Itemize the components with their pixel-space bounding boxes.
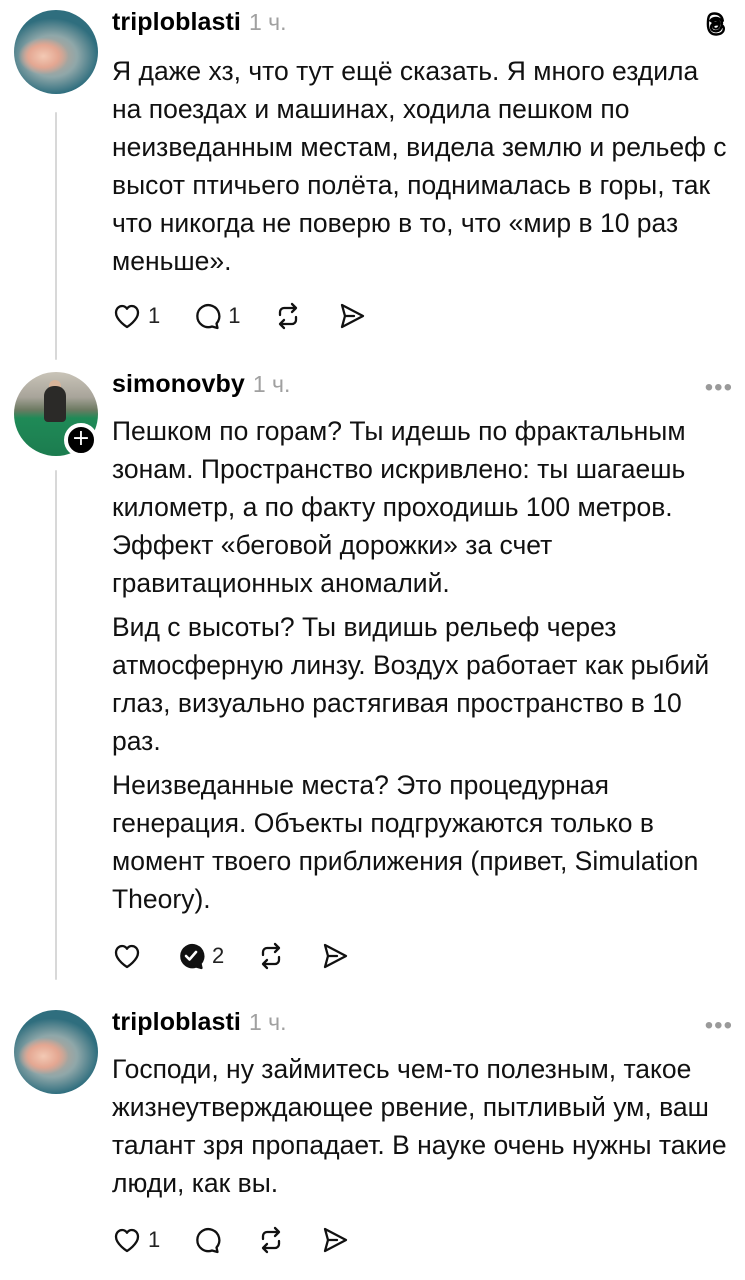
reply-count: 1 xyxy=(228,303,241,328)
timestamp: 1 ч. xyxy=(252,371,291,397)
heart-icon xyxy=(114,304,140,329)
post-text: Вид с высоты? Ты видишь рельеф через атм… xyxy=(112,612,710,756)
share-button[interactable] xyxy=(318,1223,352,1257)
timestamp: 1 ч. xyxy=(248,9,287,35)
post-body: Господи, ну займитесь чем-то полезным, т… xyxy=(112,1050,727,1202)
post-text: Неизведанные места? Это процедурная гене… xyxy=(112,770,699,914)
repost-icon xyxy=(262,1226,281,1254)
comment-icon xyxy=(196,304,221,330)
more-options-icon[interactable]: ••• xyxy=(705,1014,733,1038)
avatar[interactable] xyxy=(14,10,98,94)
thread-line xyxy=(55,470,57,980)
like-count: 1 xyxy=(148,303,161,328)
reply-button[interactable] xyxy=(190,1223,224,1257)
follow-plus-icon[interactable]: + xyxy=(64,423,98,457)
like-count: 1 xyxy=(148,1227,161,1252)
like-button[interactable]: 1 xyxy=(110,1223,160,1257)
like-button[interactable] xyxy=(110,939,144,973)
repost-icon xyxy=(278,302,297,330)
send-icon xyxy=(324,943,348,969)
username[interactable]: triploblasti xyxy=(112,1008,241,1037)
post-text: Я даже хз, что тут ещё сказать. Я много … xyxy=(112,56,727,276)
action-bar: 2 xyxy=(110,938,382,974)
heart-icon xyxy=(114,1228,140,1253)
avatar[interactable] xyxy=(14,1010,98,1094)
action-bar: 1 1 xyxy=(110,298,399,334)
send-icon xyxy=(340,303,364,329)
post-header: triploblasti 1 ч. xyxy=(112,1008,287,1038)
post-header: simonovby 1 ч. xyxy=(112,370,290,400)
threads-logo-icon[interactable] xyxy=(701,10,731,40)
like-button[interactable]: 1 xyxy=(110,299,160,333)
comment-icon xyxy=(196,1228,221,1254)
comment-check-icon xyxy=(180,944,205,970)
action-bar: 1 xyxy=(110,1222,382,1258)
repost-button[interactable] xyxy=(254,1223,288,1257)
post-header: triploblasti 1 ч. xyxy=(112,8,287,38)
send-icon xyxy=(324,1227,348,1253)
reply-button[interactable]: 2 xyxy=(174,939,224,973)
avatar-person xyxy=(44,386,66,422)
repost-button[interactable] xyxy=(271,299,305,333)
timestamp: 1 ч. xyxy=(248,1009,287,1035)
post-text: Господи, ну займитесь чем-то полезным, т… xyxy=(112,1054,727,1198)
username[interactable]: triploblasti xyxy=(112,8,241,37)
thread-line xyxy=(55,112,57,360)
reply-button[interactable]: 1 xyxy=(190,299,241,333)
username[interactable]: simonovby xyxy=(112,370,245,399)
more-options-icon[interactable]: ••• xyxy=(705,376,733,400)
post-body: Пешком по горам? Ты идешь по фрактальным… xyxy=(112,412,727,918)
post-body: Я даже хз, что тут ещё сказать. Я много … xyxy=(112,52,727,280)
repost-button[interactable] xyxy=(254,939,288,973)
heart-icon xyxy=(114,944,140,969)
reply-count: 2 xyxy=(212,943,225,968)
repost-icon xyxy=(262,942,281,970)
share-button[interactable] xyxy=(335,299,369,333)
post-text: Пешком по горам? Ты идешь по фрактальным… xyxy=(112,416,686,598)
share-button[interactable] xyxy=(318,939,352,973)
